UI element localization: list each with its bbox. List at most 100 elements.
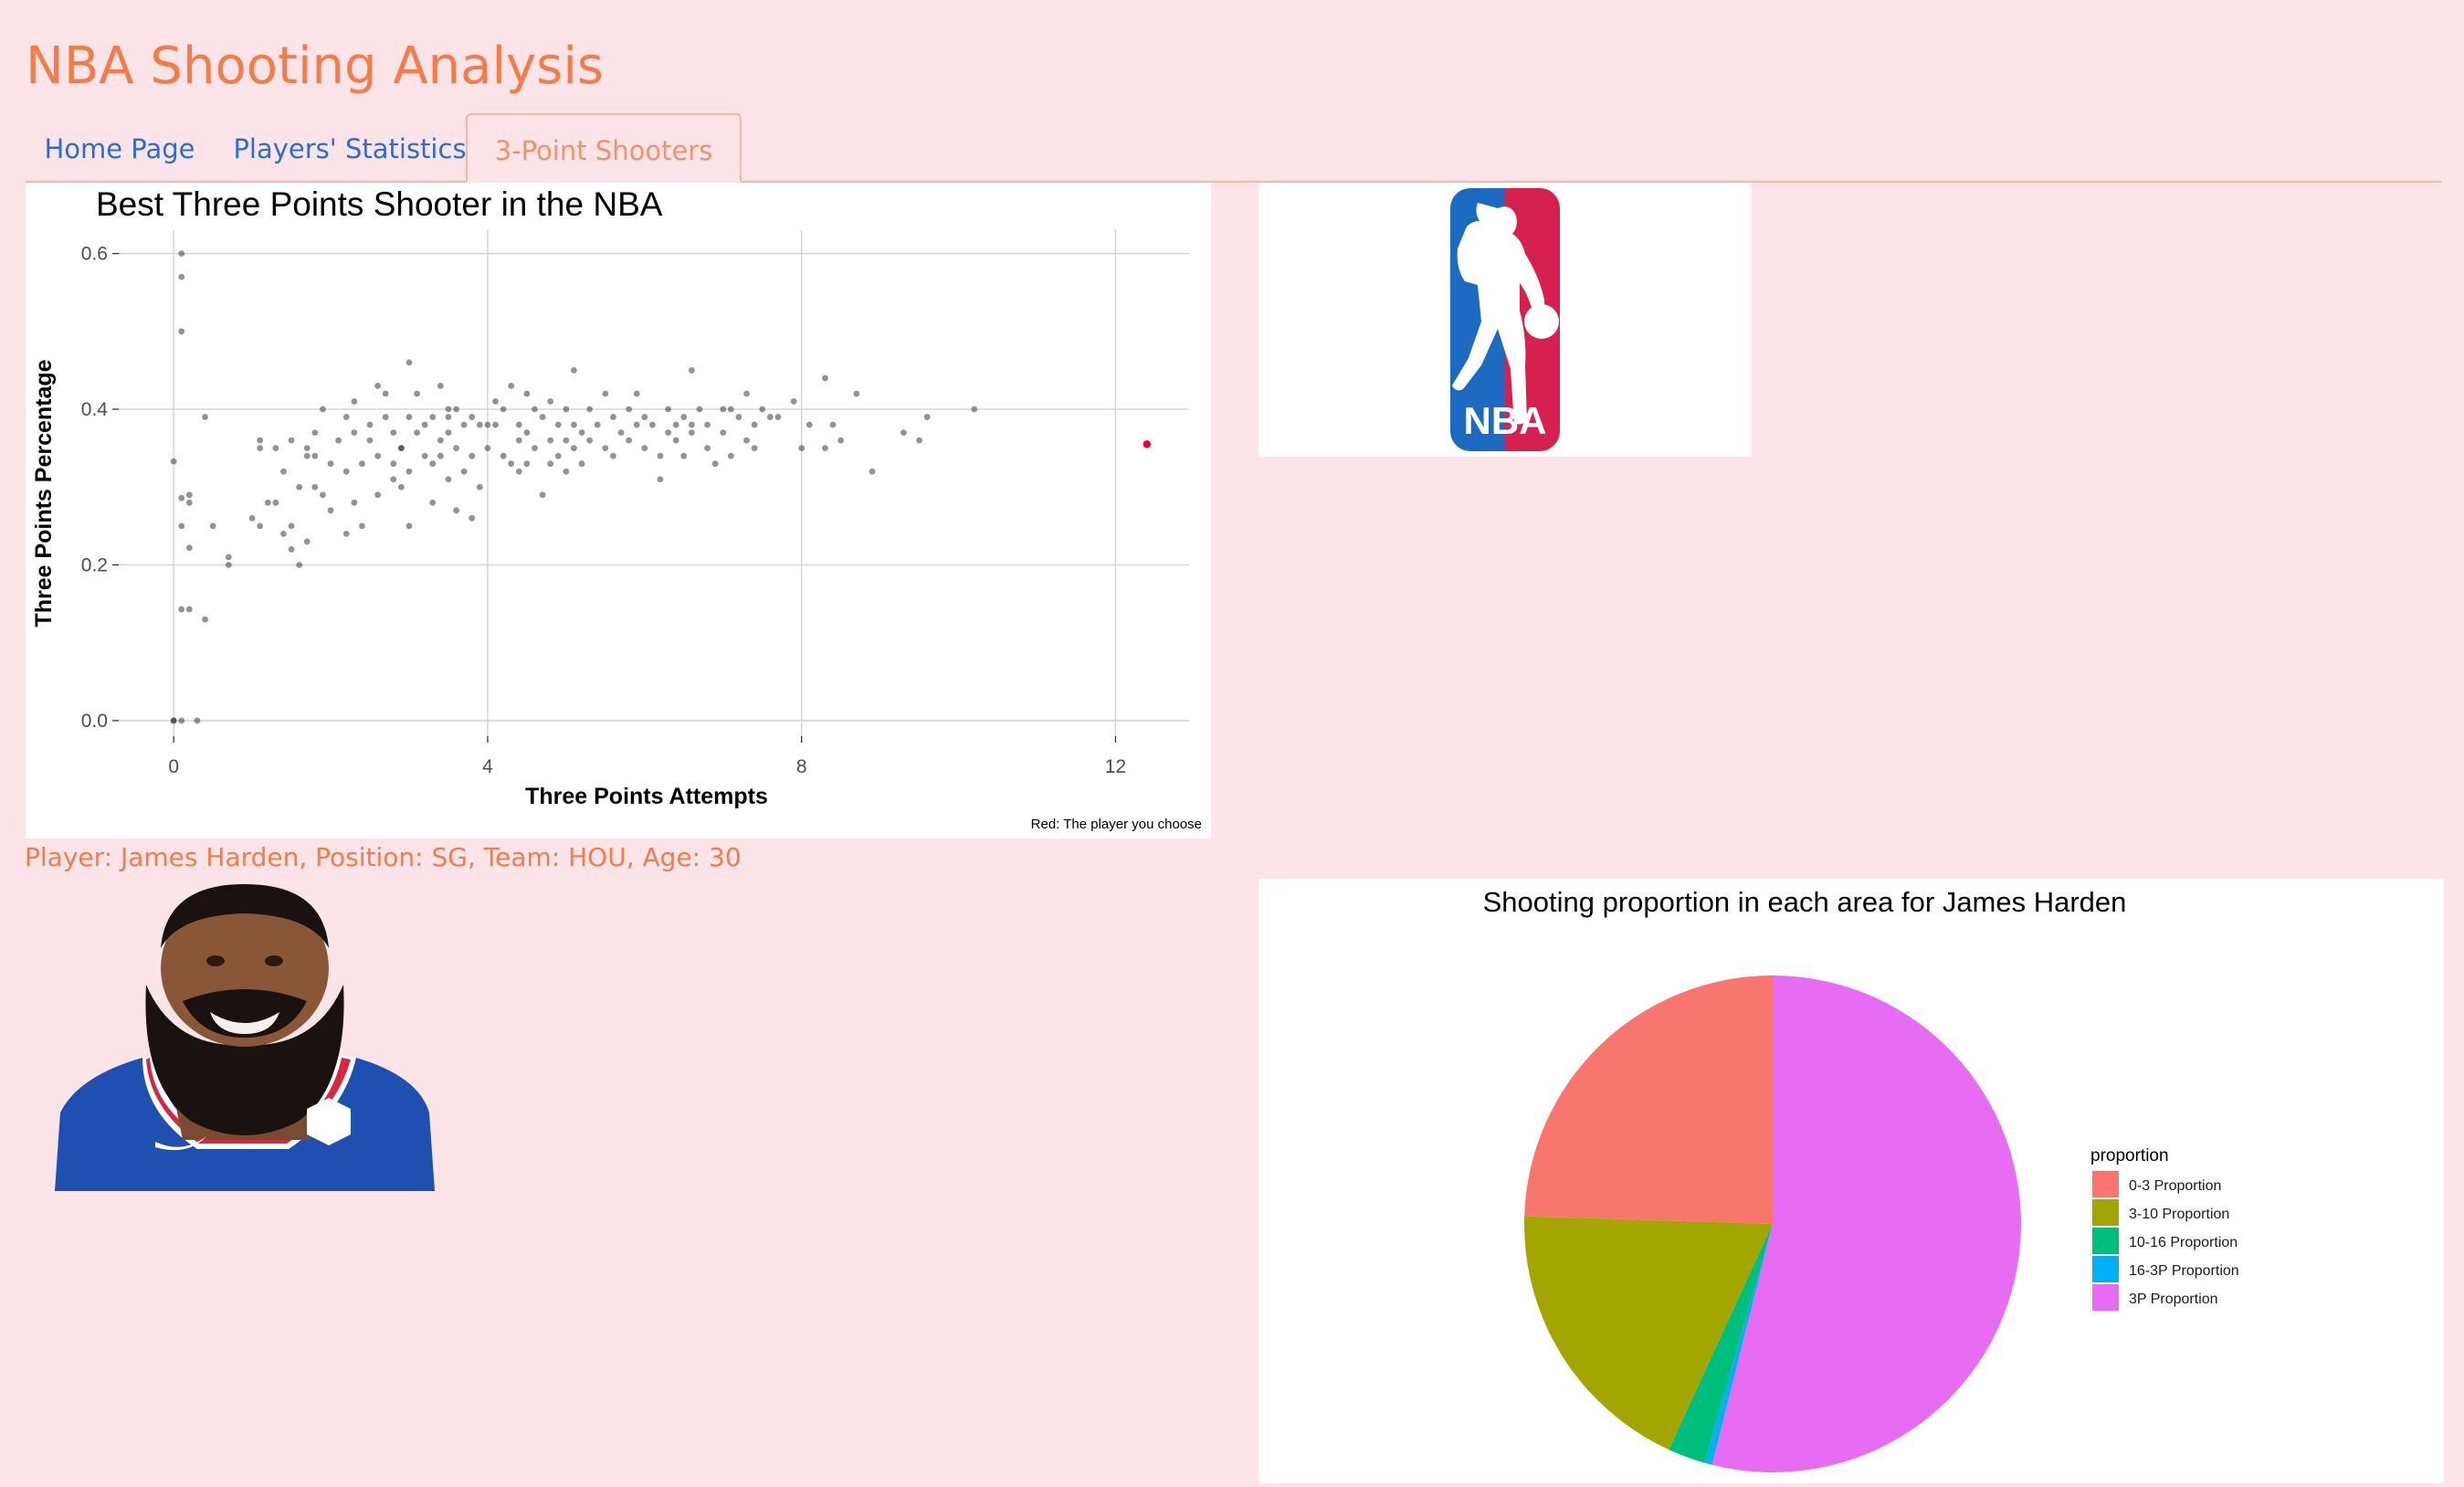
scatter-point [185, 491, 193, 499]
scatter-point [437, 383, 444, 389]
scatter-point [602, 445, 609, 452]
scatter-point [414, 429, 420, 436]
scatter-point [453, 406, 459, 413]
tab-bar: Home Page Players' Statistics 3-Point Sh… [26, 113, 2441, 183]
scatter-point [414, 390, 420, 397]
legend-swatch [2092, 1199, 2119, 1226]
scatter-point [554, 421, 562, 428]
scatter-point [311, 452, 319, 459]
scatter-point [532, 445, 538, 452]
y-tick-label: 0.4 [81, 399, 109, 420]
nba-logo: NBA [1450, 188, 1560, 451]
scatter-point [657, 452, 664, 459]
scatter-point [303, 445, 311, 452]
scatter-point [453, 507, 459, 514]
scatter-point [170, 458, 177, 465]
scatter-point [547, 460, 554, 468]
scatter-chart: Best Three Points Shooter in the NBA 0 4 8… [31, 185, 1202, 832]
scatter-point [688, 429, 695, 436]
scatter-point [523, 390, 531, 397]
legend-title: proportion [2090, 1146, 2169, 1165]
scatter-point [508, 460, 515, 468]
scatter-point [469, 452, 476, 459]
scatter-point [460, 421, 468, 428]
player-info: Player: James Harden, Position: SG, Team… [25, 842, 742, 872]
tab-3-point-shooters[interactable]: 3-Point Shooters [466, 113, 742, 183]
scatter-point [626, 437, 633, 444]
scatter-point [272, 445, 279, 452]
scatter-point [225, 562, 232, 568]
scatter-point [248, 514, 256, 522]
scatter-point [374, 491, 382, 499]
scatter-point [610, 452, 616, 459]
legend-label: 10-16 Proportion [2129, 1235, 2238, 1250]
scatter-point [751, 445, 758, 452]
scatter-point [688, 421, 695, 428]
scatter-point [571, 367, 577, 374]
scatter-point [209, 522, 216, 530]
scatter-point [359, 522, 365, 530]
scatter-point [626, 406, 633, 413]
chart-caption: Red: The player you choose [1031, 817, 1202, 832]
tab-home-page[interactable]: Home Page [26, 113, 214, 181]
y-tick-label: 0.0 [81, 711, 108, 732]
scatter-point [303, 452, 311, 459]
x-axis-label: Three Points Attempts [525, 784, 768, 809]
scatter-point [554, 452, 562, 459]
scatter-point [257, 437, 264, 444]
scatter-point [743, 390, 750, 397]
scatter-point [720, 406, 727, 413]
scatter-point [900, 429, 907, 436]
scatter-point [774, 414, 782, 420]
scatter-point [257, 445, 264, 452]
scatter-point [366, 437, 374, 444]
legend-label: 3-10 Proportion [2129, 1207, 2229, 1222]
scatter-point [288, 522, 295, 530]
legend-swatch [2092, 1284, 2119, 1311]
scatter-point [342, 468, 350, 475]
scatter-point [523, 460, 531, 468]
scatter-point [759, 406, 766, 413]
pie-chart: Shooting proportion in each area for Jam… [1483, 886, 2239, 1472]
scatter-point [421, 452, 428, 459]
scatter-point [711, 460, 719, 468]
scatter-point [869, 468, 876, 475]
scatter-point [563, 437, 570, 444]
scatter-point [445, 406, 452, 413]
scatter-point [476, 421, 483, 428]
scatter-point [320, 406, 326, 413]
scatter-point [445, 414, 452, 420]
scatter-point [390, 429, 397, 436]
legend-label: 3P Proportion [2129, 1292, 2218, 1307]
scatter-point [351, 499, 358, 506]
scatter-point [500, 406, 507, 413]
scatter-point [578, 460, 585, 468]
scatter-point [405, 359, 413, 366]
scatter-point [288, 546, 295, 553]
legend-label: 0-3 Proportion [2129, 1178, 2221, 1194]
scatter-point [492, 421, 499, 428]
scatter-point [727, 406, 734, 413]
scatter-point [672, 421, 679, 428]
scatter-point [429, 460, 437, 468]
highlight-point [1142, 440, 1152, 448]
pie-slice [1524, 976, 1773, 1224]
scatter-point [484, 445, 491, 452]
scatter-point [185, 606, 193, 613]
logo-text: NBA [1464, 399, 1547, 442]
tab-players-statistics[interactable]: Players' Statistics [217, 113, 482, 181]
scatter-point [532, 406, 538, 413]
scatter-point [672, 437, 679, 444]
scatter-chart-panel: Best Three Points Shooter in the NBA 0 4 8… [26, 183, 1211, 838]
x-tick-label: 4 [482, 756, 493, 777]
scatter-point [429, 414, 437, 420]
scatter-point [515, 468, 522, 475]
scatter-point [170, 717, 177, 724]
scatter-point [586, 406, 594, 413]
scatter-point [178, 522, 185, 530]
scatter-point [280, 531, 287, 537]
scatter-point [720, 429, 727, 436]
scatter-point [790, 398, 797, 405]
scatter-point [680, 414, 688, 420]
scatter-point [342, 414, 350, 420]
